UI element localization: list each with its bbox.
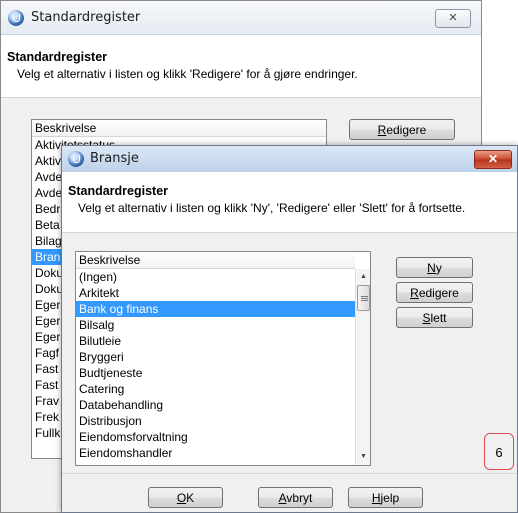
- bransje-list[interactable]: Beskrivelse (Ingen) Arkitekt Bank og finan…: [75, 251, 371, 466]
- dialog-column-header[interactable]: Beskrivelse: [76, 252, 355, 269]
- list-item[interactable]: (Ingen): [76, 269, 355, 285]
- list-item[interactable]: Bilsalg: [76, 317, 355, 333]
- scroll-up-icon[interactable]: ▲: [356, 269, 370, 284]
- close-icon: ✕: [487, 152, 499, 166]
- dialog-titlebar: Bransje ✕: [62, 146, 517, 172]
- list-scrollbar[interactable]: ▲ ▼: [355, 269, 370, 465]
- app-logo-icon: [8, 10, 24, 26]
- background-titlebar: Standardregister ✕: [1, 1, 481, 35]
- list-item[interactable]: Eiendomsforvaltning: [76, 429, 355, 445]
- help-button[interactable]: Hjelp: [348, 487, 423, 508]
- background-header-subtitle: Velg et alternativ i listen og klikk 'Re…: [17, 67, 358, 81]
- background-close-button[interactable]: ✕: [435, 9, 471, 28]
- app-logo-icon: [68, 151, 84, 167]
- list-item[interactable]: Budtjeneste: [76, 365, 355, 381]
- dialog-close-button[interactable]: ✕: [474, 150, 512, 169]
- list-item[interactable]: Distribusjon: [76, 413, 355, 429]
- close-icon: ✕: [448, 12, 458, 24]
- scroll-down-icon[interactable]: ▼: [356, 449, 370, 464]
- list-item[interactable]: Bryggeri: [76, 349, 355, 365]
- cancel-button[interactable]: Avbryt: [258, 487, 333, 508]
- dialog-header: Standardregister Velg et alternativ i li…: [62, 172, 517, 233]
- delete-button[interactable]: Slett: [396, 307, 473, 328]
- list-item[interactable]: Bank og finans: [76, 301, 355, 317]
- list-item[interactable]: Eiendomshandler: [76, 445, 355, 461]
- list-item[interactable]: Databehandling: [76, 397, 355, 413]
- count-badge: 6: [484, 433, 514, 470]
- background-header-title: Standardregister: [7, 50, 108, 64]
- new-button[interactable]: Ny: [396, 257, 473, 278]
- background-window-title: Standardregister: [31, 10, 141, 25]
- background-header: Standardregister Velg et alternativ i li…: [1, 35, 481, 98]
- dialog-header-title: Standardregister: [68, 184, 169, 198]
- list-item[interactable]: Arkitekt: [76, 285, 355, 301]
- scrollbar-thumb[interactable]: [357, 285, 370, 311]
- edit-button[interactable]: Redigere: [396, 282, 473, 303]
- ok-button[interactable]: OK: [148, 487, 223, 508]
- footer-divider: [62, 473, 517, 474]
- dialog-title: Bransje: [90, 151, 139, 166]
- dialog-header-subtitle: Velg et alternativ i listen og klikk 'Ny…: [78, 201, 466, 215]
- bransje-dialog: Bransje ✕ Standardregister Velg et alter…: [61, 145, 518, 513]
- list-item[interactable]: Catering: [76, 381, 355, 397]
- background-edit-button[interactable]: Redigere: [349, 119, 455, 140]
- list-item[interactable]: Bilutleie: [76, 333, 355, 349]
- background-column-header[interactable]: Beskrivelse: [32, 120, 326, 137]
- dialog-list-rows: (Ingen) Arkitekt Bank og finans Bilsalg Bilu…: [76, 269, 355, 461]
